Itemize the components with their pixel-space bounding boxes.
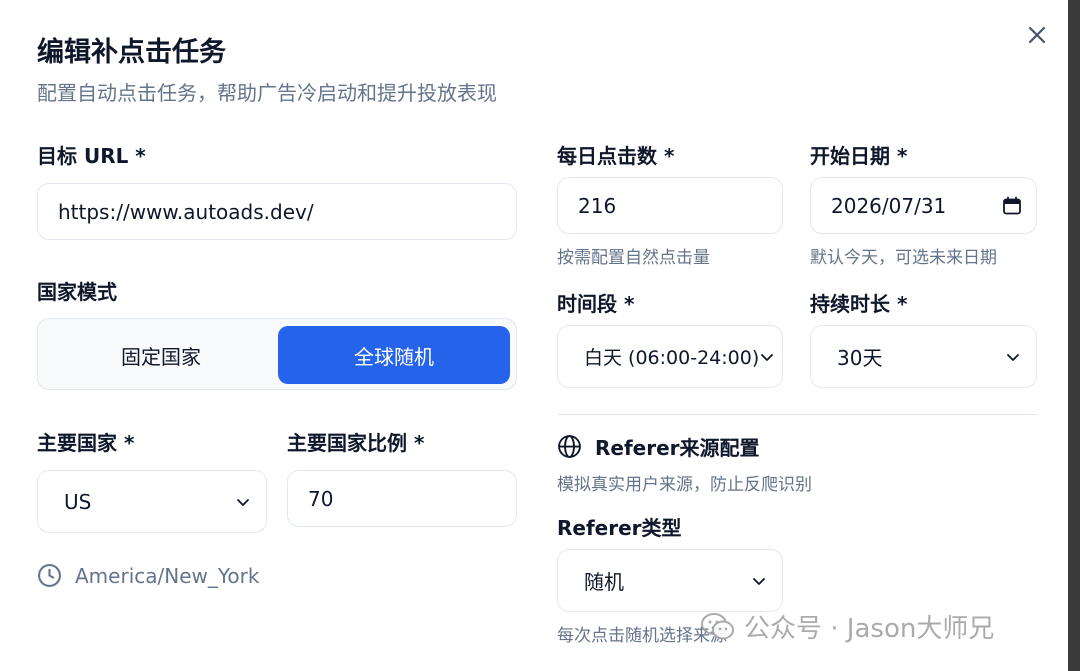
daily-clicks-hint: 按需配置自然点击量 [557,248,710,268]
timezone-text: America/New_York [75,563,260,588]
window-edge [1068,0,1080,671]
referer-section-hint: 模拟真实用户来源，防止反爬识别 [557,475,812,495]
main-country-ratio-input[interactable]: 70 [287,470,517,527]
clock-icon [38,564,61,587]
start-date-hint: 默认今天，可选未来日期 [810,248,997,268]
main-country-ratio-value: 70 [308,486,334,511]
referer-type-value: 随机 [584,570,624,594]
target-url-input[interactable]: https://www.autoads.dev/ [37,183,517,240]
section-divider [557,414,1037,415]
dialog-subtitle: 配置自动点击任务，帮助广告冷启动和提升投放表现 [37,81,497,105]
main-country-label: 主要国家 * [37,431,135,455]
chevron-down-icon [761,353,773,361]
time-slot-value: 白天 (06:00-24:00) [584,347,758,369]
duration-select[interactable]: 30天 [810,325,1037,388]
watermark: 公众号 · Jason大师兄 [700,608,994,645]
time-slot-select[interactable]: 白天 (06:00-24:00) [557,325,783,388]
daily-clicks-input[interactable]: 216 [557,177,783,234]
start-date-label: 开始日期 * [810,144,908,168]
main-country-ratio-label: 主要国家比例 * [287,431,425,455]
duration-value: 30天 [837,346,883,370]
referer-type-label: Referer类型 [557,516,682,540]
dialog-title: 编辑补点击任务 [37,37,226,68]
daily-clicks-label: 每日点击数 * [557,144,675,168]
wechat-icon [701,612,734,639]
referer-section-header: Referer来源配置 [557,432,760,461]
chevron-down-icon [1007,353,1019,361]
target-url-label: 目标 URL * [37,144,146,168]
globe-icon [558,435,581,458]
close-icon [1028,26,1046,44]
target-url-value: https://www.autoads.dev/ [58,199,314,224]
timezone-row: America/New_York [37,563,259,588]
time-slot-label: 时间段 * [557,292,635,316]
main-country-value: US [64,489,92,514]
chevron-down-icon [753,577,765,585]
close-button[interactable] [1022,20,1052,50]
duration-label: 持续时长 * [810,292,908,316]
country-mode-fixed-button[interactable]: 固定国家 [46,326,276,384]
country-mode-toggle: 固定国家 全球随机 [37,318,517,390]
start-date-input[interactable]: 2026/07/31 [810,177,1037,234]
country-mode-global-random-button[interactable]: 全球随机 [278,326,510,384]
referer-section-title: Referer来源配置 [595,436,760,460]
edit-click-task-dialog: 编辑补点击任务 配置自动点击任务，帮助广告冷启动和提升投放表现 目标 URL *… [0,0,1068,671]
watermark-text: 公众号 · Jason大师兄 [744,614,995,644]
referer-type-select[interactable]: 随机 [557,549,783,612]
daily-clicks-value: 216 [578,193,617,218]
country-mode-label: 国家模式 [37,280,117,304]
main-country-select[interactable]: US [37,470,267,533]
chevron-down-icon [237,498,249,506]
calendar-icon[interactable] [1002,196,1022,216]
start-date-value: 2026/07/31 [831,193,947,218]
